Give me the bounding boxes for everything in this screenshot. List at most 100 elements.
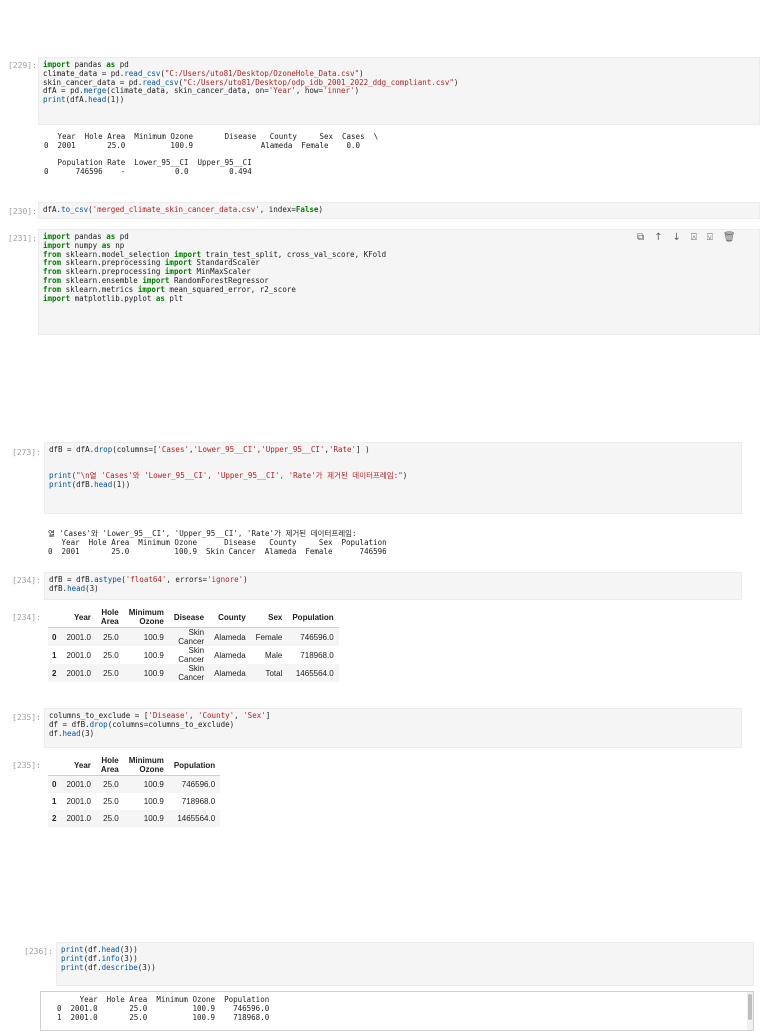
code-token: StandardScaler (192, 258, 260, 268)
code-token: sklearn.metrics (61, 284, 138, 294)
code-token: sklearn.preprocessing (61, 267, 165, 277)
output-line: 0 746596 - 0.0 0.494 (44, 167, 252, 177)
table-cell: 746596.0 (168, 775, 221, 793)
insert-below-icon[interactable]: ⍌ (707, 232, 713, 243)
code-token: (1)) (106, 95, 125, 105)
output-prompt: [234]: (12, 613, 41, 622)
code-token: (3)) (119, 945, 138, 954)
table-cell: 25.0 (95, 664, 124, 682)
code-token: ] (265, 711, 271, 720)
code-token: 'ignore' (207, 575, 244, 584)
code-token: , (188, 711, 199, 720)
code-token: print (43, 95, 66, 105)
code-token: (climate_data, skin_cancer_data, on= (106, 86, 269, 96)
code-editor[interactable]: dfB = dfA.drop(columns=['Cases','Lower_9… (44, 442, 742, 514)
code-token: 'Rate' (328, 445, 357, 454)
code-token: 'Upper_95__CI' (261, 445, 325, 454)
code-token: df = dfB. (49, 719, 90, 729)
copy-icon[interactable]: ⧉ (637, 232, 644, 243)
code-token: "\n열 'Cases'와 'Lower_95__CI', 'Upper_95_… (76, 471, 403, 481)
code-token: head (101, 945, 120, 954)
table-cell: Skin Cancer (168, 664, 210, 682)
table-row: 0 2001.0 25.0 100.9 746596.0 (48, 775, 221, 793)
code-token: ) (318, 205, 323, 214)
code-editor[interactable]: print(df.head(3)) print(df.info(3)) print(… (56, 942, 754, 986)
table-row: 1 2001.0 25.0 100.9 Skin Cancer Alameda Male 71… (48, 646, 339, 664)
code-token: as (101, 240, 111, 250)
code-editor[interactable]: import pandas as pd import numpy as np fro… (38, 229, 760, 335)
code-token: from (43, 249, 62, 259)
move-up-icon[interactable]: ↑ (654, 232, 662, 243)
column-header: County (209, 607, 251, 628)
code-token: dfB = dfB. (49, 575, 95, 584)
table-cell: 2001.0 (61, 627, 96, 646)
code-token: columns_to_exclude = [ (49, 711, 149, 720)
code-line: print(df.info(3)) (61, 954, 749, 964)
code-token: 'Year' (268, 86, 296, 96)
code-token: 'inner' (322, 86, 355, 96)
code-token: from (43, 275, 62, 285)
code-token: 'County' (198, 711, 235, 720)
code-line: import matplotlib.pyplot as plt (43, 293, 755, 304)
code-token: print (61, 962, 84, 972)
cell-output: Year Hole Area Minimum Ozone Population 0… (57, 995, 269, 1022)
code-token: ] ) (356, 445, 370, 454)
delete-icon[interactable]: 🗑 (723, 232, 736, 243)
column-header (48, 607, 62, 628)
code-token: import (173, 249, 202, 259)
dataframe-table: Year Hole Area Minimum Ozone Population 0 200… (48, 755, 221, 827)
insert-above-icon[interactable]: ⍓ (691, 232, 697, 243)
table-cell: 718968.0 (181, 797, 216, 806)
code-editor[interactable]: import pandas as pd climate_data = pd.rea… (38, 57, 760, 125)
output-line: 0 2001 25.0 100.9 Skin Cancer Alameda Fe… (48, 546, 387, 556)
column-header: Sex (250, 607, 288, 628)
table-cell: 746596.0 (287, 627, 339, 646)
code-token: (df. (83, 962, 102, 972)
code-token: head (88, 95, 107, 105)
table-cell: 2001.0 (66, 650, 91, 660)
column-header: Disease (168, 607, 210, 628)
table-cell: 25.0 (95, 775, 124, 793)
code-token: 'merged_climate_skin_cancer_data.csv' (92, 205, 260, 214)
code-token: import (43, 293, 71, 303)
table-cell: Female (250, 627, 288, 646)
code-editor[interactable]: dfA.to_csv('merged_climate_skin_cancer_d… (38, 202, 760, 219)
row-index: 2 (48, 664, 62, 682)
code-token: (columns=[ (112, 445, 158, 454)
input-prompt: [234]: (12, 576, 41, 585)
code-editor[interactable]: columns_to_exclude = ['Disease', 'County… (44, 708, 742, 748)
code-token: skin_cancer_data = pd. (43, 77, 143, 87)
scrollbar[interactable] (747, 992, 753, 1030)
code-line: print(df.head(3)) (61, 945, 749, 955)
table-header-row: Year Hole Area Minimum Ozone Disease County S… (48, 607, 339, 628)
code-token: sklearn.preprocessing (61, 258, 165, 268)
table-cell: Male (265, 650, 283, 660)
cell-output: 열 'Cases'와 'Lower_95__CI', 'Upper_95__CI… (48, 529, 387, 556)
code-token: , errors= (166, 575, 208, 584)
code-token: (1)) (112, 480, 131, 490)
code-token: MinMaxScaler (192, 267, 251, 277)
code-token: import (142, 275, 170, 285)
table-cell: Alameda (209, 664, 251, 682)
scrollbar-thumb[interactable] (748, 994, 752, 1020)
scrollable-output[interactable]: Year Hole Area Minimum Ozone Population 0… (40, 991, 754, 1031)
code-token: read_csv (124, 68, 161, 78)
table-cell: Skin Cancer (168, 627, 210, 646)
column-header: Population (287, 607, 339, 628)
column-header: Population (168, 755, 221, 776)
column-header: Minimum Ozone (123, 755, 169, 776)
code-editor[interactable]: dfB = dfB.astype('float64', errors='igno… (44, 572, 742, 600)
move-down-icon[interactable]: ↓ (673, 232, 681, 243)
code-line: print(df.describe(3)) (61, 962, 749, 973)
code-token: import (43, 232, 71, 241)
input-prompt: [236]: (24, 947, 53, 956)
code-token: (dfA. (65, 95, 89, 105)
row-index: 0 (48, 775, 62, 793)
code-token: 'float64' (125, 575, 167, 584)
code-token: "C:/Users/uto81/Desktop/odp_idb_2001_202… (182, 77, 454, 87)
code-token: 'Lower_95__CI' (193, 445, 257, 454)
input-prompt: [273]: (12, 448, 41, 457)
table-row: 2 2001.0 25.0 100.9 Skin Cancer Alameda Total 1… (48, 664, 339, 682)
code-line: dfA = pd.merge(climate_data, skin_cancer… (43, 86, 755, 96)
code-token: dfA. (43, 205, 62, 214)
